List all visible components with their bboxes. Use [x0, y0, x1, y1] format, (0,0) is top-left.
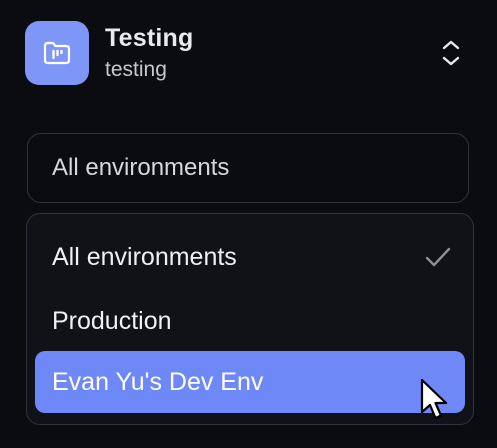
menu-item-production[interactable]: Production	[35, 290, 465, 352]
menu-item-label: Production	[52, 306, 172, 335]
project-subtitle: testing	[105, 58, 167, 81]
chevron-up-down-icon[interactable]	[441, 39, 461, 67]
menu-item-label: All environments	[52, 242, 237, 271]
folder-chart-icon	[43, 41, 71, 65]
project-switcher[interactable]: Testing testing	[25, 21, 471, 85]
menu-item-all-environments[interactable]: All environments	[35, 226, 465, 288]
project-title: Testing	[105, 24, 194, 52]
checkmark-icon	[425, 247, 451, 267]
project-info: Testing testing	[105, 23, 193, 83]
menu-item-evan-yu-dev-env[interactable]: Evan Yu's Dev Env	[35, 351, 465, 413]
menu-item-label: Evan Yu's Dev Env	[52, 367, 264, 396]
environment-select-value: All environments	[52, 154, 230, 181]
environment-dropdown-menu: All environments Production Evan Yu's De…	[26, 213, 474, 425]
project-avatar	[25, 21, 89, 85]
environment-switcher-panel: Testing testing All environments All env…	[0, 0, 497, 448]
environment-select[interactable]: All environments	[27, 133, 469, 203]
mouse-cursor-icon	[420, 378, 448, 420]
